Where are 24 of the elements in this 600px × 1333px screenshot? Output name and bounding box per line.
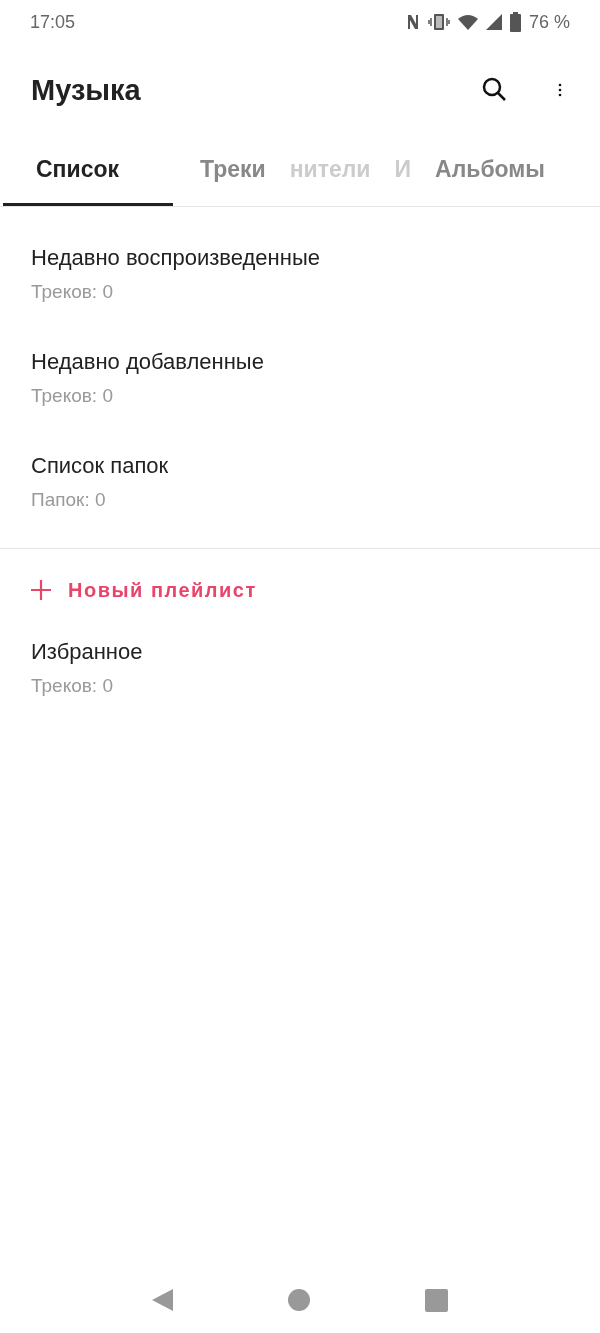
tab[interactable]: Список <box>3 136 173 206</box>
list-item-title[interactable]: Недавно добавленные <box>31 349 569 375</box>
battery-icon <box>509 12 521 32</box>
list-item-subtitle: Папок: 0 <box>31 489 107 511</box>
playlist-title[interactable]: Избранное <box>31 639 569 665</box>
list-item-title[interactable]: Недавно воспроизведенные <box>31 245 569 271</box>
recents-icon[interactable] <box>424 1288 448 1312</box>
battery-percent: 76 % <box>528 11 570 33</box>
status-time: 17:05 <box>30 11 76 33</box>
list-item-subtitle: Треков: 0 <box>31 385 114 407</box>
back-icon[interactable] <box>152 1288 175 1312</box>
plus-icon <box>30 579 52 601</box>
playlist-subtitle: Треков: 0 <box>31 675 114 697</box>
home-icon[interactable] <box>288 1289 311 1311</box>
signal-icon <box>485 14 502 30</box>
tab[interactable]: Треки <box>188 136 278 206</box>
list-item-subtitle: Треков: 0 <box>31 281 114 303</box>
list-item-title[interactable]: Список папок <box>31 453 569 479</box>
vibrate-icon <box>427 13 450 31</box>
wifi-icon <box>457 14 478 30</box>
new-playlist-button[interactable]: Новый плейлист <box>0 549 600 631</box>
app-title: Музыка <box>31 73 142 107</box>
tab[interactable]: Альбомы <box>423 136 557 206</box>
nfc-icon <box>405 13 420 31</box>
